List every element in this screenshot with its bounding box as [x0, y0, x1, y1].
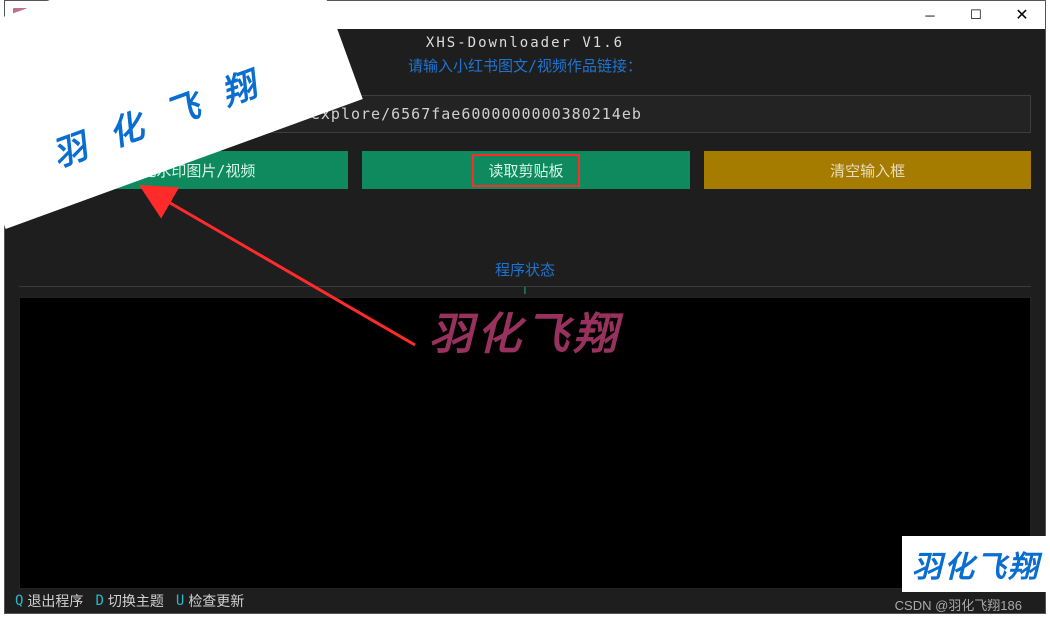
quit-label: 退出程序 [27, 591, 91, 611]
output-console[interactable] [19, 297, 1031, 589]
read-clipboard-button[interactable]: 读取剪贴板 [362, 151, 691, 189]
highlight-box: 读取剪贴板 [472, 154, 579, 187]
close-button[interactable]: ✕ [999, 1, 1045, 29]
maximize-button[interactable]: ☐ [953, 1, 999, 29]
titlebar: E:\BaiduNetdiskDownload\XHS-Downloader V… [5, 1, 1045, 29]
app-window: E:\BaiduNetdiskDownload\XHS-Downloader V… [4, 0, 1046, 614]
footer-bar: Q 退出程序 D 切换主题 U 检查更新 [5, 589, 1045, 613]
app-icon [13, 8, 27, 22]
status-label: 程序状态 [5, 259, 1045, 280]
clear-input-button[interactable]: 清空输入框 [704, 151, 1031, 189]
app-title: XHS-Downloader V1.6 [5, 29, 1045, 51]
url-input-value: https://www.xiaohongshu.com/explore/6567… [30, 105, 642, 123]
status-section: 程序状态 ╷ [5, 259, 1045, 287]
theme-label: 切换主题 [108, 591, 172, 611]
update-label: 检查更新 [188, 591, 252, 611]
status-divider: ╷ [19, 286, 1031, 287]
quit-key[interactable]: Q [11, 593, 27, 609]
update-key[interactable]: U [172, 593, 188, 609]
url-input[interactable]: https://www.xiaohongshu.com/explore/6567… [19, 95, 1031, 133]
input-prompt: 请输入小红书图文/视频作品链接： [5, 55, 1045, 76]
status-tick-icon: ╷ [521, 280, 528, 294]
download-button[interactable]: 下载无水印图片/视频 [19, 151, 348, 189]
header-checkbox[interactable] [13, 35, 25, 47]
button-row: 下载无水印图片/视频 读取剪贴板 清空输入框 [19, 151, 1031, 189]
window-title-path: E:\BaiduNetdiskDownload\XHS-Downloader V… [33, 8, 907, 22]
theme-key[interactable]: D [91, 593, 107, 609]
header: XHS-Downloader V1.6 请输入小红书图文/视频作品链接： [5, 29, 1045, 79]
minimize-button[interactable]: ─ [907, 1, 953, 29]
